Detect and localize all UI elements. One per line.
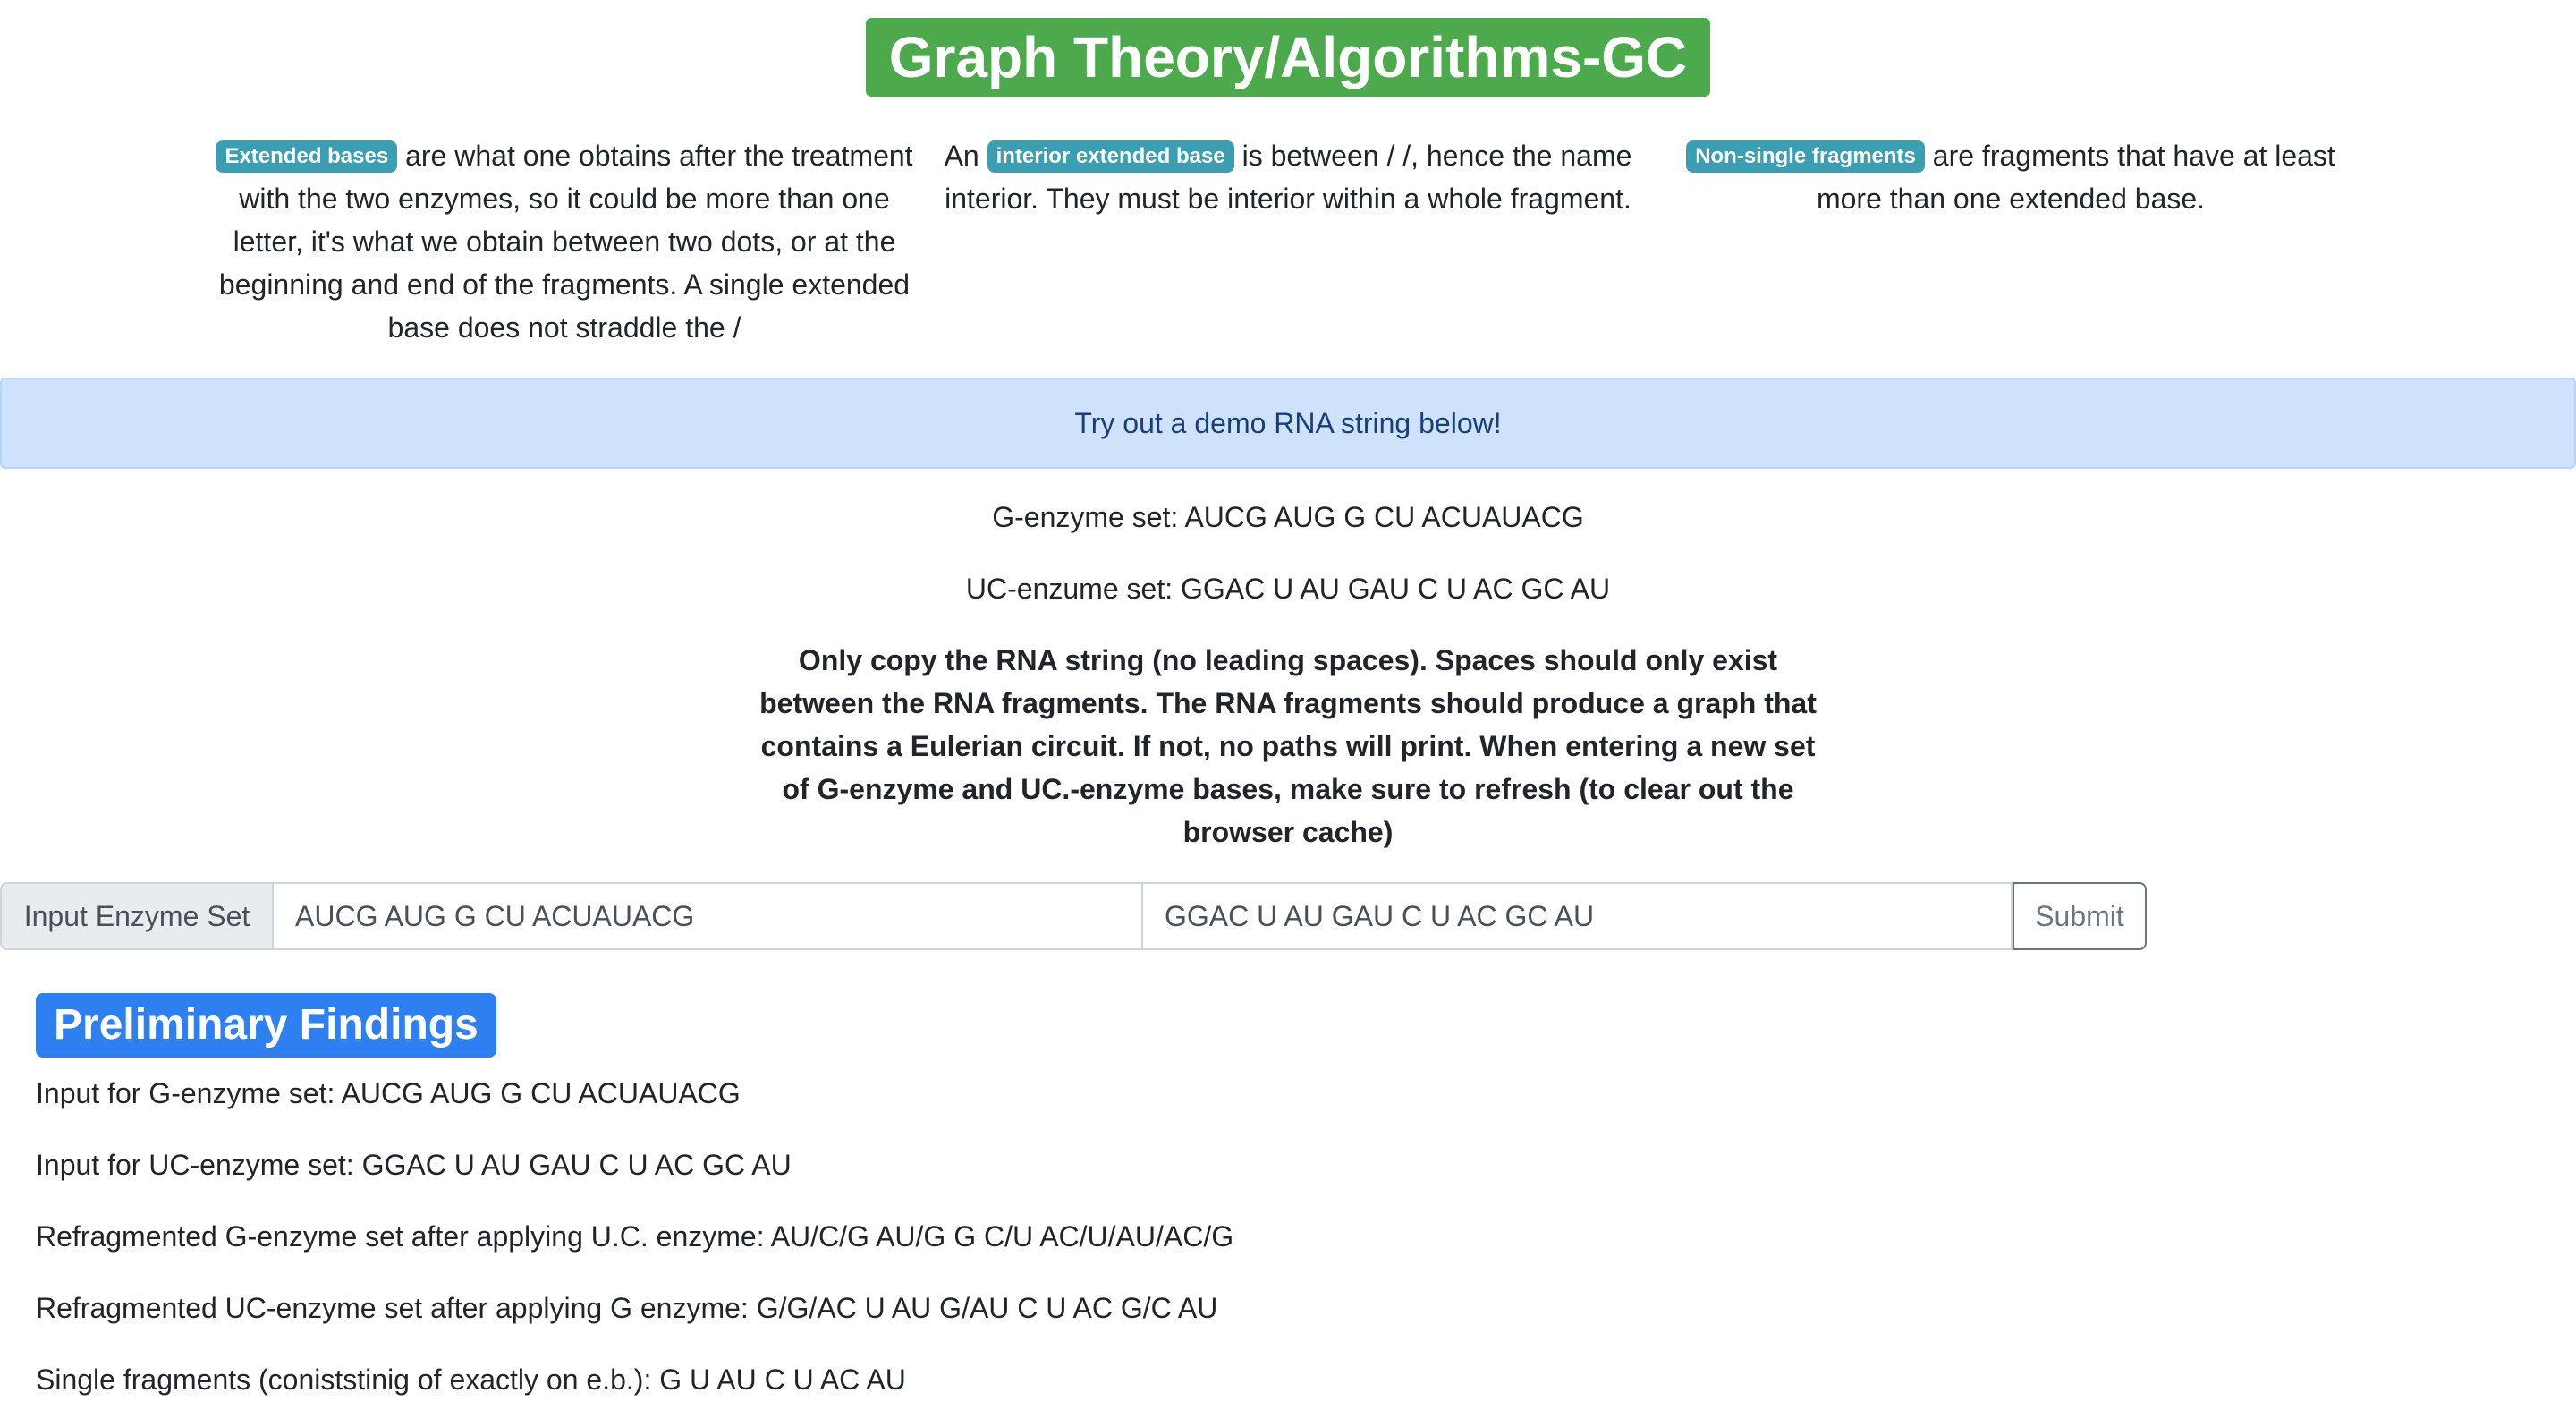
finding-input-uc: Input for UC-enzyme set: GGAC U AU GAU C…	[36, 1149, 792, 1181]
demo-g-enzyme-set: G-enzyme set: AUCG AUG G CU ACUAUACG	[992, 501, 1584, 533]
definition-non-single-fragments: Non-single fragments are fragments that …	[1671, 134, 2351, 220]
demo-uc-enzyme-set: UC-enzume set: GGAC U AU GAU C U AC GC A…	[965, 573, 1611, 605]
input-enzyme-set-label: Input Enzyme Set	[0, 882, 274, 950]
demo-alert: Try out a demo RNA string below!	[0, 378, 2576, 469]
preliminary-findings-heading: Preliminary Findings	[36, 993, 496, 1058]
interior-extended-base-badge: interior extended base	[987, 140, 1234, 173]
finding-refragmented-uc: Refragmented UC-enzyme set after applyin…	[36, 1292, 1218, 1324]
finding-refragmented-g: Refragmented G-enzyme set after applying…	[36, 1220, 1234, 1253]
finding-input-g: Input for G-enzyme set: AUCG AUG G CU AC…	[36, 1077, 741, 1109]
instructions-note: Only copy the RNA string (no leading spa…	[759, 644, 1817, 848]
enzyme-input-group: Input Enzyme Set Submit	[0, 882, 2147, 950]
finding-single-fragments: Single fragments (coniststinig of exactl…	[36, 1363, 906, 1396]
definition-extended-bases: Extended bases are what one obtains afte…	[211, 134, 918, 349]
extended-bases-badge: Extended bases	[216, 140, 398, 173]
definition-interior-extended-base: An interior extended base is between / /…	[930, 134, 1646, 220]
uc-enzyme-input[interactable]	[1143, 882, 2012, 950]
page-title: Graph Theory/Algorithms-GC	[865, 18, 1711, 97]
interior-prefix: An	[944, 140, 979, 172]
g-enzyme-input[interactable]	[274, 882, 1143, 950]
non-single-fragments-badge: Non-single fragments	[1686, 140, 1925, 173]
submit-button[interactable]: Submit	[2012, 882, 2147, 950]
title-wrap: Graph Theory/Algorithms-GC	[0, 18, 2576, 97]
